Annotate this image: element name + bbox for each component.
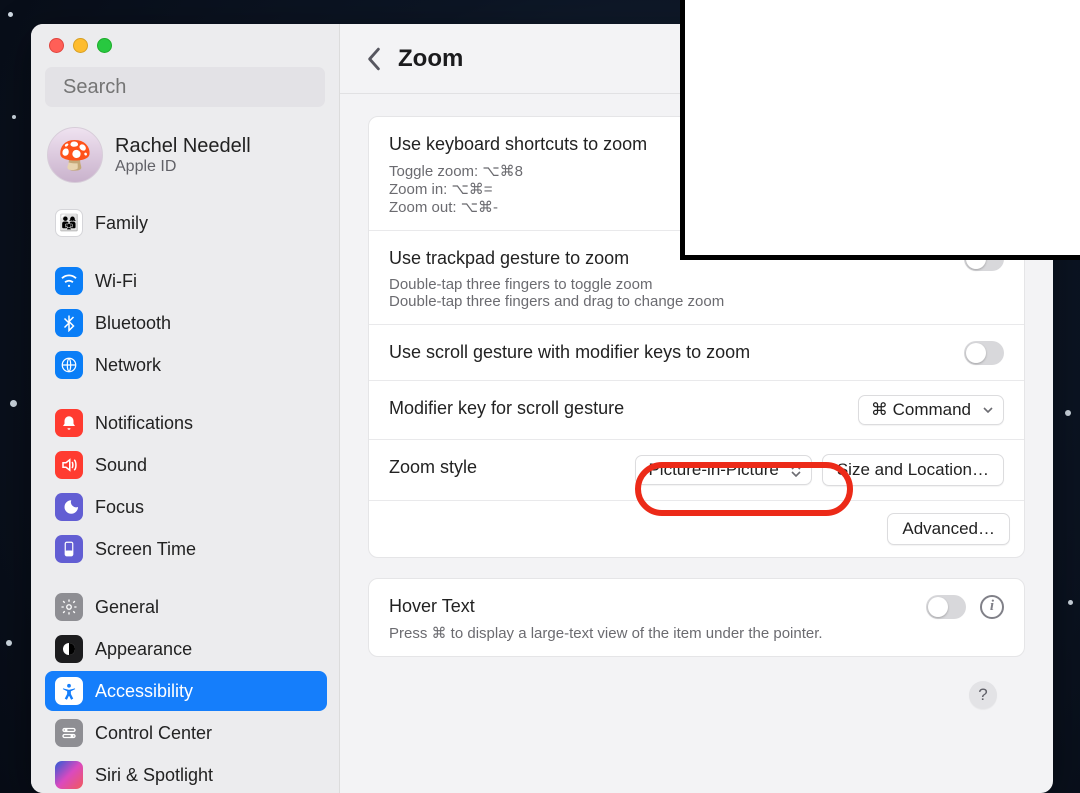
sidebar-item-accessibility[interactable]: Accessibility <box>45 671 327 711</box>
zoom-style-select[interactable]: Picture-in-Picture <box>635 455 811 485</box>
sidebar-item-label: Family <box>95 213 148 234</box>
select-value: Picture-in-Picture <box>648 460 778 480</box>
row-zoom-style: Zoom style Picture-in-Picture Size and L… <box>369 439 1024 500</box>
sidebar-item-appearance[interactable]: Appearance <box>45 629 327 669</box>
sidebar-item-label: Control Center <box>95 723 212 744</box>
sidebar-item-label: Screen Time <box>95 539 196 560</box>
row-label: Modifier key for scroll gesture <box>389 395 842 422</box>
sidebar-item-focus[interactable]: Focus <box>45 487 327 527</box>
sound-icon <box>55 451 83 479</box>
search-field[interactable] <box>45 67 325 107</box>
apple-id-profile[interactable]: 🍄 Rachel Needell Apple ID <box>45 123 333 201</box>
bluetooth-icon <box>55 309 83 337</box>
focus-icon <box>55 493 83 521</box>
sidebar-item-bluetooth[interactable]: Bluetooth <box>45 303 327 343</box>
sidebar-item-label: Sound <box>95 455 147 476</box>
appearance-icon <box>55 635 83 663</box>
row-sublabel: Double-tap three fingers to toggle zoom … <box>389 276 948 310</box>
toggle-scroll-gesture[interactable] <box>964 341 1004 365</box>
sidebar-item-notifications[interactable]: Notifications <box>45 403 327 443</box>
fullscreen-icon[interactable] <box>97 38 112 53</box>
sidebar-item-siri[interactable]: Siri & Spotlight <box>45 755 327 793</box>
sidebar-item-network[interactable]: Network <box>45 345 327 385</box>
toggle-hover-text[interactable] <box>926 595 966 619</box>
window-controls <box>31 38 339 67</box>
row-advanced: Advanced… <box>369 500 1024 557</box>
sidebar-item-label: Focus <box>95 497 144 518</box>
row-label: Zoom style <box>389 454 619 481</box>
gear-icon <box>55 593 83 621</box>
select-value: ⌘ Command <box>871 400 971 420</box>
sidebar-item-screentime[interactable]: Screen Time <box>45 529 327 569</box>
row-sublabel: Press ⌘ to display a large-text view of … <box>389 624 910 642</box>
hover-text-panel: Hover Text Press ⌘ to display a large-te… <box>368 578 1025 657</box>
sidebar-item-label: Appearance <box>95 639 192 660</box>
search-input[interactable] <box>63 76 328 99</box>
siri-icon <box>55 761 83 789</box>
family-icon: 👨‍👩‍👧 <box>55 209 83 237</box>
sidebar-item-label: Wi-Fi <box>95 271 137 292</box>
row-hover-text: Hover Text Press ⌘ to display a large-te… <box>369 579 1024 656</box>
sidebar-item-sound[interactable]: Sound <box>45 445 327 485</box>
back-button[interactable] <box>364 45 384 73</box>
accessibility-icon <box>55 677 83 705</box>
close-icon[interactable] <box>49 38 64 53</box>
notifications-icon <box>55 409 83 437</box>
minimize-icon[interactable] <box>73 38 88 53</box>
chevron-down-icon <box>979 401 997 419</box>
screentime-icon <box>55 535 83 563</box>
row-scroll-gesture: Use scroll gesture with modifier keys to… <box>369 324 1024 380</box>
size-location-button[interactable]: Size and Location… <box>822 454 1004 486</box>
sidebar-item-label: Accessibility <box>95 681 193 702</box>
sidebar: 🍄 Rachel Needell Apple ID 👨‍👩‍👧 Family W… <box>31 24 340 793</box>
sidebar-scroll[interactable]: 🍄 Rachel Needell Apple ID 👨‍👩‍👧 Family W… <box>31 117 339 793</box>
sidebar-item-general[interactable]: General <box>45 587 327 627</box>
profile-name: Rachel Needell <box>115 135 251 158</box>
annotation-callout-box <box>680 0 1080 260</box>
profile-subtitle: Apple ID <box>115 158 251 176</box>
avatar: 🍄 <box>47 127 103 183</box>
sidebar-item-label: General <box>95 597 159 618</box>
sidebar-item-label: Network <box>95 355 161 376</box>
modifier-key-select[interactable]: ⌘ Command <box>858 395 1004 425</box>
sidebar-item-label: Siri & Spotlight <box>95 765 213 786</box>
help-button[interactable]: ? <box>969 681 997 709</box>
row-label: Hover Text <box>389 593 910 620</box>
page-title: Zoom <box>398 45 463 73</box>
network-icon <box>55 351 83 379</box>
advanced-button[interactable]: Advanced… <box>887 513 1010 545</box>
sidebar-item-label: Bluetooth <box>95 313 171 334</box>
sidebar-item-label: Notifications <box>95 413 193 434</box>
row-modifier-key: Modifier key for scroll gesture ⌘ Comman… <box>369 380 1024 439</box>
sidebar-item-controlcenter[interactable]: Control Center <box>45 713 327 753</box>
wifi-icon <box>55 267 83 295</box>
sidebar-item-wifi[interactable]: Wi-Fi <box>45 261 327 301</box>
chevron-updown-icon <box>787 461 805 479</box>
row-label: Use scroll gesture with modifier keys to… <box>389 339 948 366</box>
controlcenter-icon <box>55 719 83 747</box>
info-icon[interactable]: i <box>980 595 1004 619</box>
sidebar-item-family[interactable]: 👨‍👩‍👧 Family <box>45 203 327 243</box>
